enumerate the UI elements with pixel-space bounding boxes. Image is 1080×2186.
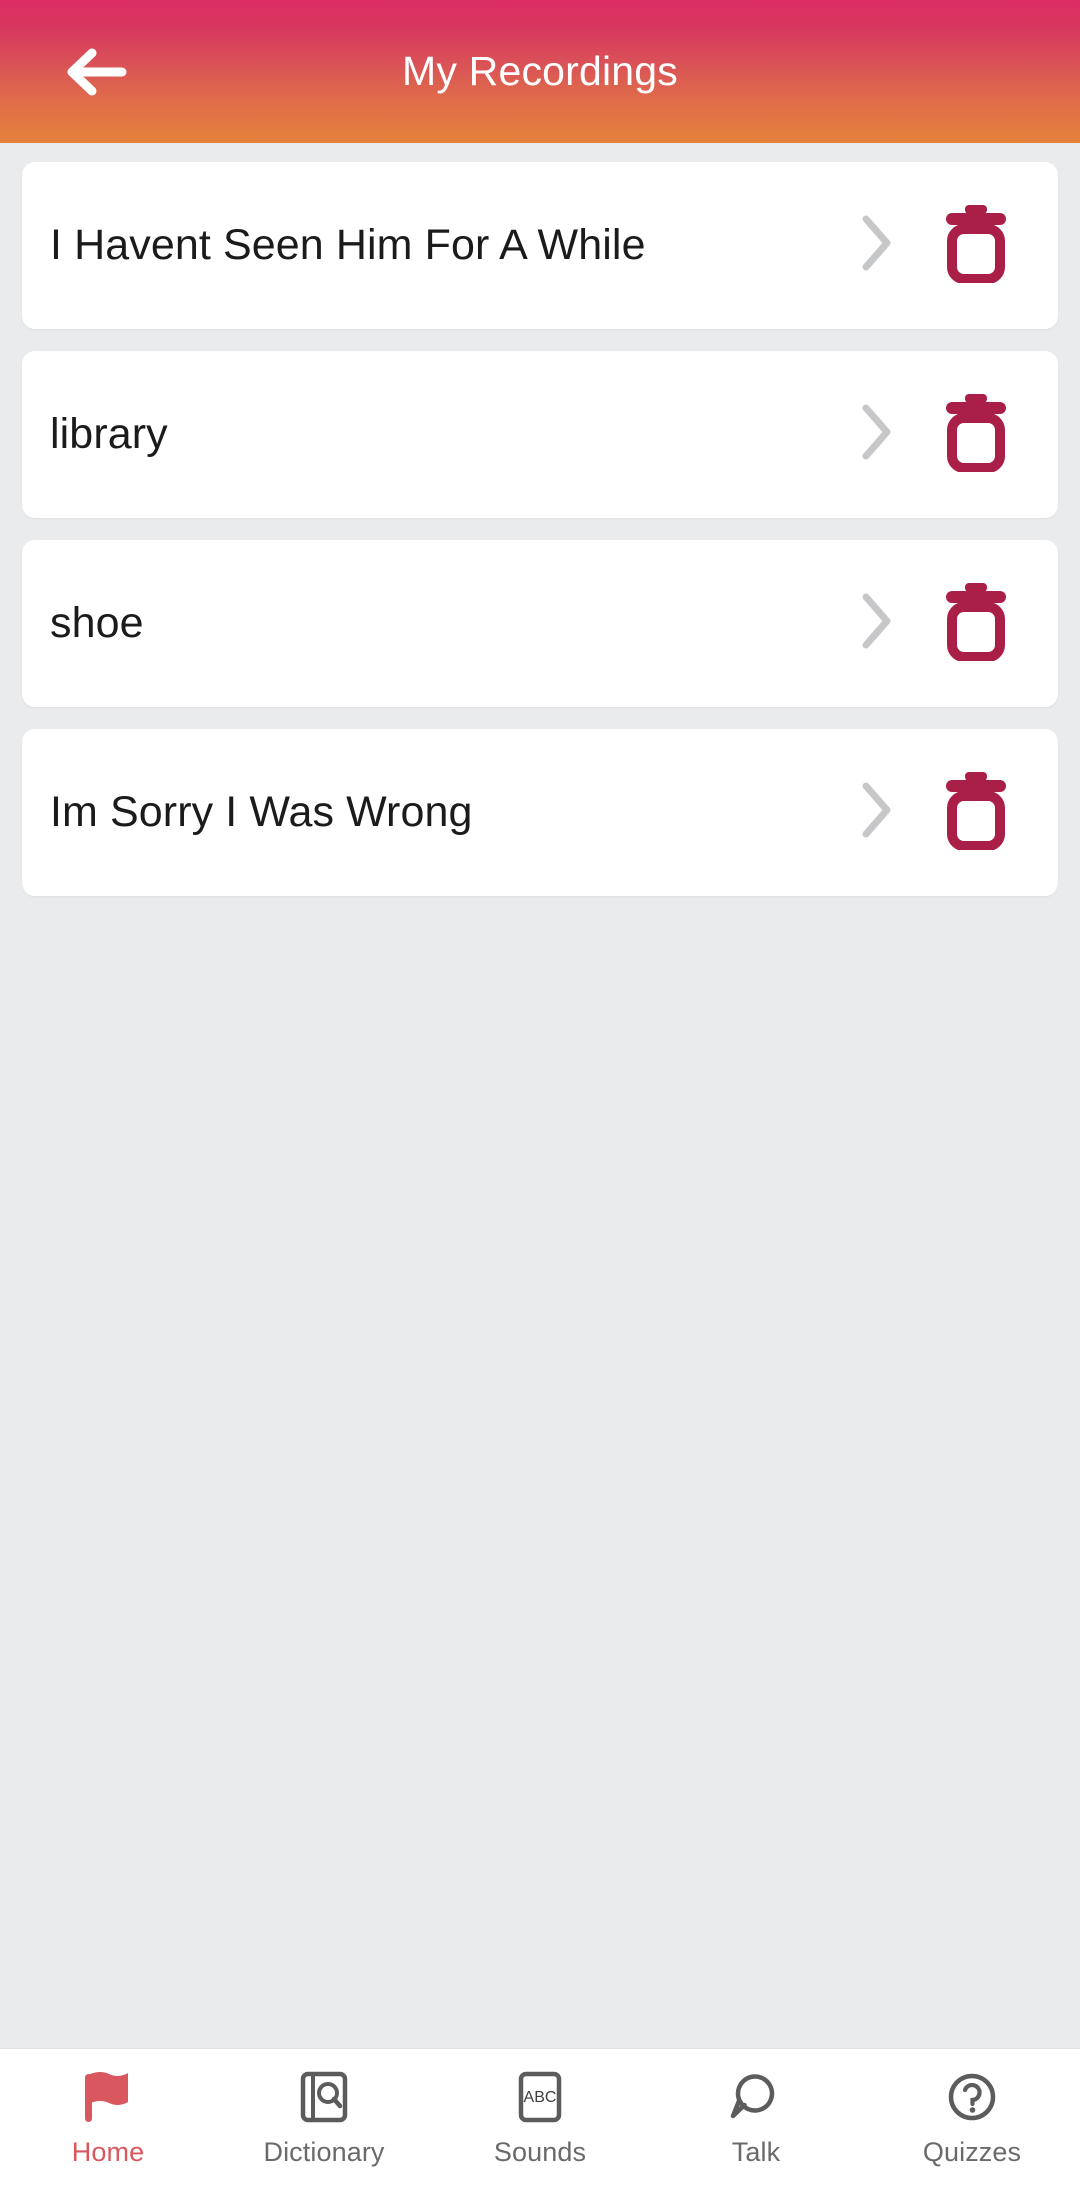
nav-item-talk[interactable]: Talk — [648, 2049, 864, 2186]
page-title: My Recordings — [401, 48, 679, 94]
chevron-right-icon — [861, 781, 893, 844]
app-screen: My Recordings I Havent Seen Him For A Wh… — [0, 0, 1080, 2186]
recording-title: library — [50, 410, 168, 458]
flag-icon — [81, 2067, 135, 2127]
back-button[interactable] — [62, 37, 132, 107]
bottom-navigation-bar: Home Dictionary ABC Sounds Talk Quizzes — [0, 2048, 1080, 2186]
trash-icon — [939, 392, 1013, 477]
nav-label: Talk — [731, 2137, 781, 2167]
recording-title: I Havent Seen Him For A While — [50, 221, 646, 269]
chevron-right-icon — [861, 592, 893, 655]
delete-recording-button[interactable] — [916, 380, 1036, 490]
recording-title: Im Sorry I Was Wrong — [50, 788, 473, 836]
speech-bubble-icon — [727, 2067, 785, 2127]
recording-title: shoe — [50, 599, 144, 647]
arrow-left-icon — [66, 47, 128, 97]
open-recording-button[interactable] — [838, 196, 916, 296]
table-row[interactable]: shoe — [22, 540, 1058, 707]
trash-icon — [939, 203, 1013, 288]
nav-label: Home — [71, 2137, 145, 2167]
nav-label: Quizzes — [922, 2137, 1022, 2167]
open-recording-button[interactable] — [838, 574, 916, 674]
nav-item-home[interactable]: Home — [0, 2049, 216, 2186]
question-circle-icon — [945, 2067, 999, 2127]
trash-icon — [939, 581, 1013, 666]
table-row[interactable]: library — [22, 351, 1058, 518]
chevron-right-icon — [861, 403, 893, 466]
nav-label: Sounds — [493, 2137, 587, 2167]
delete-recording-button[interactable] — [916, 758, 1036, 868]
delete-recording-button[interactable] — [916, 569, 1036, 679]
nav-item-sounds[interactable]: ABC Sounds — [432, 2049, 648, 2186]
app-header: My Recordings — [0, 0, 1080, 143]
trash-icon — [939, 770, 1013, 855]
nav-item-quizzes[interactable]: Quizzes — [864, 2049, 1080, 2186]
table-row[interactable]: I Havent Seen Him For A While — [22, 162, 1058, 329]
svg-text:ABC: ABC — [524, 2089, 557, 2106]
table-row[interactable]: Im Sorry I Was Wrong — [22, 729, 1058, 896]
abc-card-icon: ABC — [513, 2067, 567, 2127]
delete-recording-button[interactable] — [916, 191, 1036, 301]
recordings-list: I Havent Seen Him For A While library sh… — [0, 143, 1080, 2048]
book-search-icon — [297, 2067, 351, 2127]
nav-label: Dictionary — [263, 2137, 385, 2167]
open-recording-button[interactable] — [838, 763, 916, 863]
chevron-right-icon — [861, 214, 893, 277]
open-recording-button[interactable] — [838, 385, 916, 485]
nav-item-dictionary[interactable]: Dictionary — [216, 2049, 432, 2186]
